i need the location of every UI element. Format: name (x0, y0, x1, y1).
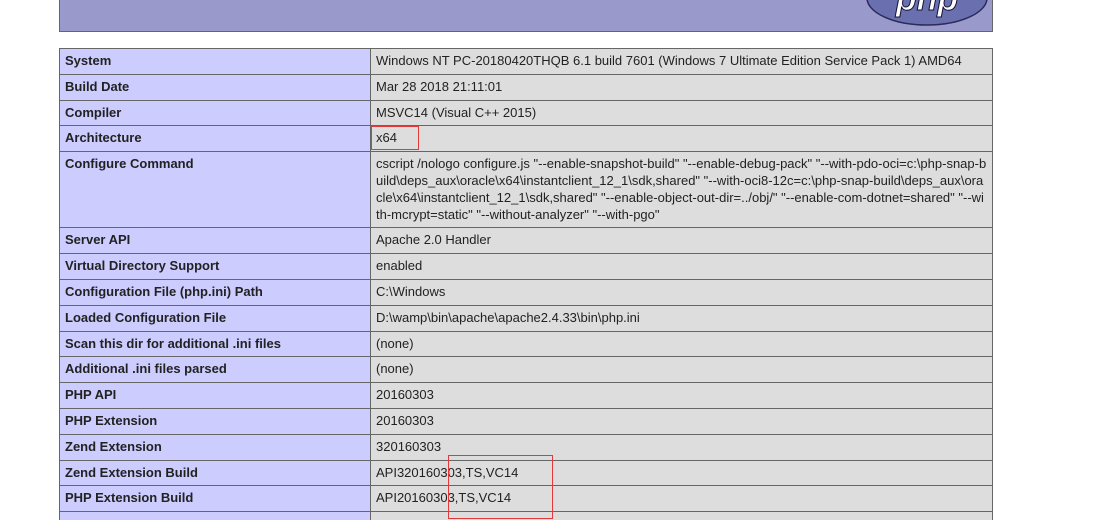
row-value: Mar 28 2018 21:11:01 (370, 73, 993, 101)
row-key: System (59, 48, 371, 75)
php-logo-text: php (895, 0, 958, 18)
row-value: cscript /nologo configure.js "--enable-s… (370, 151, 993, 229)
row-value: C:\Windows (370, 278, 993, 306)
row-key: Server API (59, 227, 371, 255)
table-row: Configure Command cscript /nologo config… (59, 151, 993, 229)
row-value: 320160303 (370, 433, 993, 461)
phpinfo-table: System Windows NT PC-20180420THQB 6.1 bu… (59, 48, 993, 520)
row-key: PHP API (59, 382, 371, 409)
row-value: API320160303,TS,VC14 (370, 459, 993, 487)
table-row: Virtual Directory Support enabled (59, 253, 993, 280)
row-key: Configure Command (59, 151, 371, 229)
row-key (59, 511, 371, 520)
table-row: Scan this dir for additional .ini files … (59, 330, 993, 358)
table-row: Zend Extension 320160303 (59, 433, 993, 461)
row-value: (none) (370, 356, 993, 384)
row-key: Virtual Directory Support (59, 253, 371, 280)
table-row: Loaded Configuration File D:\wamp\bin\ap… (59, 304, 993, 332)
table-row: Build Date Mar 28 2018 21:11:01 (59, 73, 993, 101)
table-row: Server API Apache 2.0 Handler (59, 227, 993, 255)
row-key: Additional .ini files parsed (59, 356, 371, 384)
row-value: Apache 2.0 Handler (370, 227, 993, 255)
php-logo: php (866, 0, 988, 26)
row-key: Architecture (59, 125, 371, 153)
row-key: PHP Extension (59, 407, 371, 435)
table-row: Additional .ini files parsed (none) (59, 356, 993, 384)
table-row: Configuration File (php.ini) Path C:\Win… (59, 278, 993, 306)
row-value: API20160303,TS,VC14 (370, 485, 993, 513)
row-key: Build Date (59, 73, 371, 101)
table-row: PHP Extension Build API20160303,TS,VC14 (59, 485, 993, 513)
table-row: PHP API 20160303 (59, 382, 993, 409)
row-key: Configuration File (php.ini) Path (59, 278, 371, 306)
row-key: Scan this dir for additional .ini files (59, 330, 371, 358)
row-key: Compiler (59, 99, 371, 127)
phpinfo-header: php (59, 0, 993, 32)
row-value (370, 511, 993, 520)
row-key: Zend Extension (59, 433, 371, 461)
table-row: Architecture x64 (59, 125, 993, 153)
row-value: (none) (370, 330, 993, 358)
row-key: Loaded Configuration File (59, 304, 371, 332)
row-value: D:\wamp\bin\apache\apache2.4.33\bin\php.… (370, 304, 993, 332)
row-value: x64 (370, 125, 993, 153)
row-key: PHP Extension Build (59, 485, 371, 513)
table-row (59, 511, 993, 520)
row-value: Windows NT PC-20180420THQB 6.1 build 760… (370, 48, 993, 75)
table-row: PHP Extension 20160303 (59, 407, 993, 435)
row-key: Zend Extension Build (59, 459, 371, 487)
row-value: MSVC14 (Visual C++ 2015) (370, 99, 993, 127)
table-row: Zend Extension Build API320160303,TS,VC1… (59, 459, 993, 487)
table-row: Compiler MSVC14 (Visual C++ 2015) (59, 99, 993, 127)
row-value: 20160303 (370, 407, 993, 435)
table-row: System Windows NT PC-20180420THQB 6.1 bu… (59, 48, 993, 75)
row-value: 20160303 (370, 382, 993, 409)
phpinfo-page: php System Windows NT PC-20180420THQB 6.… (0, 0, 1099, 520)
row-value: enabled (370, 253, 993, 280)
